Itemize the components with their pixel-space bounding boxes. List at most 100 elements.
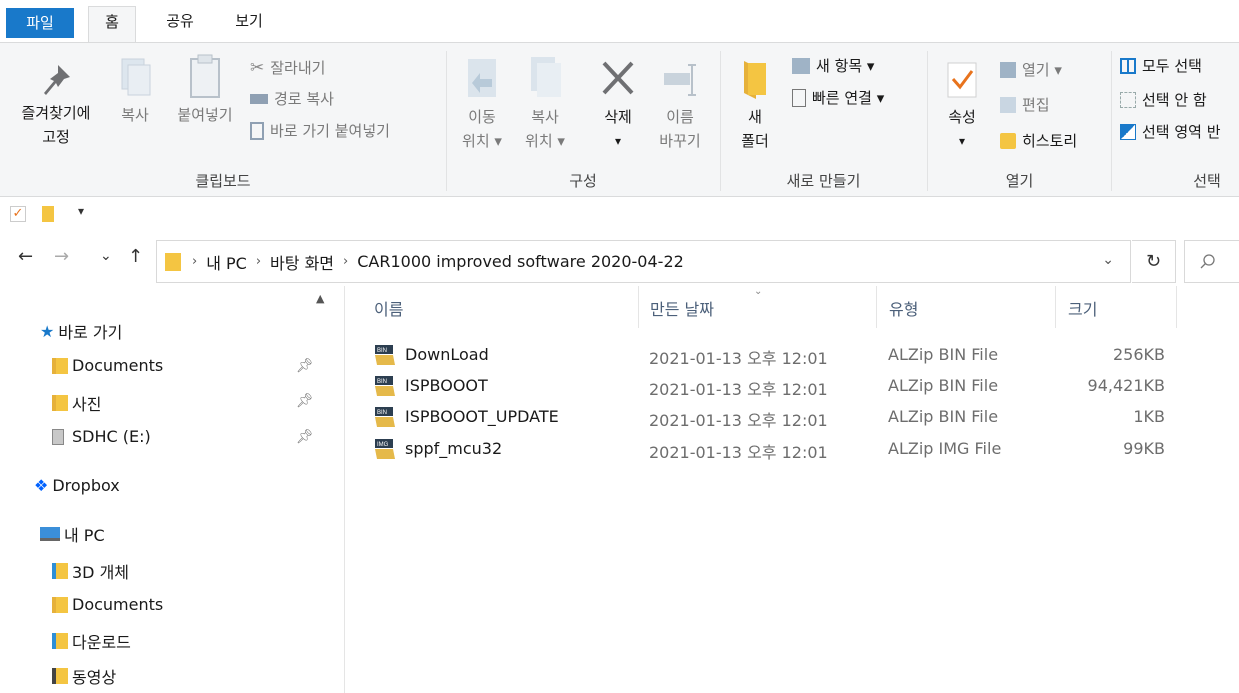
file-list: ⌄ 이름 만든 날짜 유형 크기 BIN DownLoad 2021-01-13… bbox=[346, 286, 1239, 693]
select-all-label: 모두 선택 bbox=[1142, 57, 1202, 75]
column-divider[interactable] bbox=[638, 286, 639, 328]
column-header-name[interactable]: 이름 bbox=[374, 296, 403, 320]
properties-label-1: 속성 bbox=[948, 108, 976, 126]
sidebar-item-3d-objects[interactable]: 3D 개체 bbox=[52, 559, 129, 583]
copy-to-label-2: 위치 ▾ bbox=[525, 132, 565, 150]
sidebar-label: 동영상 bbox=[72, 668, 117, 687]
properties-button[interactable]: 속성 ▾ bbox=[938, 53, 986, 153]
history-button[interactable]: 히스토리 bbox=[1000, 130, 1077, 152]
forward-button[interactable]: → bbox=[54, 246, 69, 267]
drive-icon bbox=[52, 428, 64, 445]
scroll-up-icon[interactable]: ▲ bbox=[316, 292, 324, 305]
new-folder-label-2: 폴더 bbox=[741, 132, 769, 150]
svg-text:BIN: BIN bbox=[377, 410, 387, 416]
search-box[interactable] bbox=[1184, 240, 1239, 283]
new-folder-button[interactable]: 새 폴더 bbox=[730, 53, 780, 153]
history-label: 히스토리 bbox=[1022, 132, 1078, 150]
group-label-organize: 구성 bbox=[569, 172, 597, 190]
pin-label-line2: 고정 bbox=[42, 128, 70, 146]
column-divider[interactable] bbox=[1055, 286, 1056, 328]
pinned-icon: 📌︎ bbox=[296, 358, 314, 374]
copy-path-button[interactable]: 경로 복사 bbox=[250, 88, 334, 110]
tab-view[interactable]: 보기 bbox=[226, 6, 272, 42]
new-item-button[interactable]: 새 항목 ▾ bbox=[792, 55, 874, 77]
group-label-select: 선택 bbox=[1193, 172, 1221, 190]
column-header-date[interactable]: 만든 날짜 bbox=[650, 296, 714, 320]
file-row[interactable]: BIN DownLoad 2021-01-13 오후 12:01 ALZip B… bbox=[346, 340, 1239, 371]
refresh-button[interactable]: ↻ bbox=[1132, 240, 1176, 283]
move-to-icon bbox=[468, 59, 496, 97]
videos-folder-icon bbox=[52, 668, 68, 684]
bin-file-icon: BIN bbox=[374, 344, 396, 366]
breadcrumb-current-folder[interactable]: CAR1000 improved software 2020-04-22 bbox=[357, 252, 684, 271]
up-button[interactable]: ↑ bbox=[128, 246, 143, 267]
file-size: 1KB bbox=[1133, 407, 1165, 426]
file-row[interactable]: BIN ISPBOOOT_UPDATE 2021-01-13 오후 12:01 … bbox=[346, 402, 1239, 433]
sidebar-label: 바로 가기 bbox=[58, 323, 123, 342]
sidebar-item-documents[interactable]: Documents bbox=[52, 356, 163, 375]
file-type: ALZip BIN File bbox=[888, 407, 999, 426]
select-all-button[interactable]: 모두 선택 bbox=[1120, 55, 1202, 77]
easy-access-button[interactable]: 빠른 연결 ▾ bbox=[792, 87, 884, 109]
delete-button[interactable]: 삭제 ▾ bbox=[594, 53, 642, 153]
column-divider[interactable] bbox=[1176, 286, 1177, 328]
sidebar-item-dropbox[interactable]: ❖ Dropbox bbox=[34, 476, 120, 495]
sidebar-item-this-pc[interactable]: 내 PC bbox=[40, 522, 105, 546]
move-to-label-2: 위치 ▾ bbox=[462, 132, 502, 150]
file-row[interactable]: BIN ISPBOOOT 2021-01-13 오후 12:01 ALZip B… bbox=[346, 371, 1239, 402]
copy-to-label-1: 복사 bbox=[531, 108, 559, 126]
tab-file[interactable]: 파일 bbox=[6, 8, 74, 38]
column-divider[interactable] bbox=[876, 286, 877, 328]
bin-file-icon: BIN bbox=[374, 406, 396, 428]
properties-check-icon[interactable]: ✓ bbox=[10, 206, 26, 222]
paste-button[interactable]: 붙여넣기 bbox=[168, 53, 242, 127]
sidebar-item-videos[interactable]: 동영상 bbox=[52, 664, 116, 688]
folder-icon[interactable] bbox=[42, 206, 54, 222]
move-to-button[interactable]: 이동 위치 ▾ bbox=[456, 53, 508, 153]
sidebar-item-quick-access[interactable]: ★ 바로 가기 bbox=[40, 319, 122, 343]
back-button[interactable]: ← bbox=[18, 246, 33, 267]
tab-home[interactable]: 홈 bbox=[88, 6, 136, 43]
svg-text:IMG: IMG bbox=[377, 442, 389, 448]
quick-access-toolbar: ✓ ▾ bbox=[0, 198, 1239, 230]
copy-button[interactable]: 복사 bbox=[114, 53, 156, 127]
file-type: ALZip IMG File bbox=[888, 439, 1002, 458]
edit-button[interactable]: 편집 bbox=[1000, 94, 1050, 116]
open-button[interactable]: 열기 ▾ bbox=[1000, 59, 1062, 81]
address-bar[interactable]: › 내 PC › 바탕 화면 › CAR1000 improved softwa… bbox=[156, 240, 1131, 283]
folder-icon bbox=[744, 61, 766, 99]
pin-to-quick-access-button[interactable]: 즐겨찾기에 고정 bbox=[8, 61, 104, 149]
cut-button[interactable]: ✂ 잘라내기 bbox=[250, 57, 325, 79]
3d-objects-folder-icon bbox=[52, 563, 68, 579]
open-icon bbox=[1000, 62, 1016, 78]
address-dropdown-icon[interactable]: ⌄ bbox=[1102, 252, 1114, 268]
column-header-type[interactable]: 유형 bbox=[889, 296, 918, 320]
select-none-button[interactable]: 선택 안 함 bbox=[1120, 89, 1207, 111]
copy-to-button[interactable]: 복사 위치 ▾ bbox=[518, 53, 572, 153]
downloads-folder-icon bbox=[52, 633, 68, 649]
sidebar-item-pictures[interactable]: 사진 bbox=[52, 391, 101, 415]
select-none-label: 선택 안 함 bbox=[1142, 91, 1207, 109]
paste-shortcut-button[interactable]: 바로 가기 붙여넣기 bbox=[250, 120, 390, 142]
qat-dropdown-icon[interactable]: ▾ bbox=[78, 204, 84, 218]
new-item-icon bbox=[792, 58, 810, 74]
column-header-size[interactable]: 크기 bbox=[1068, 296, 1097, 320]
invert-selection-button[interactable]: 선택 영역 반 bbox=[1120, 121, 1221, 143]
clipboard-icon bbox=[190, 54, 220, 98]
copy-path-label: 경로 복사 bbox=[274, 90, 334, 108]
breadcrumb-this-pc[interactable]: 내 PC bbox=[206, 250, 247, 274]
sidebar-item-pc-documents[interactable]: Documents bbox=[52, 595, 163, 614]
file-type: ALZip BIN File bbox=[888, 376, 999, 395]
properties-label-2: ▾ bbox=[958, 134, 966, 148]
group-label-open: 열기 bbox=[1005, 172, 1034, 190]
tab-share[interactable]: 공유 bbox=[157, 6, 203, 42]
breadcrumb-desktop[interactable]: 바탕 화면 bbox=[270, 250, 334, 274]
sidebar-item-downloads[interactable]: 다운로드 bbox=[52, 629, 131, 653]
rename-button[interactable]: 이름 바꾸기 bbox=[650, 53, 710, 153]
file-date: 2021-01-13 오후 12:01 bbox=[649, 443, 828, 462]
recent-locations-button[interactable]: ⌄ bbox=[100, 248, 112, 264]
sidebar-label: 3D 개체 bbox=[72, 563, 130, 582]
sidebar-item-sdhc-drive[interactable]: SDHC (E:) bbox=[52, 427, 151, 446]
copy-label: 복사 bbox=[121, 106, 149, 124]
file-row[interactable]: IMG sppf_mcu32 2021-01-13 오후 12:01 ALZip… bbox=[346, 434, 1239, 465]
